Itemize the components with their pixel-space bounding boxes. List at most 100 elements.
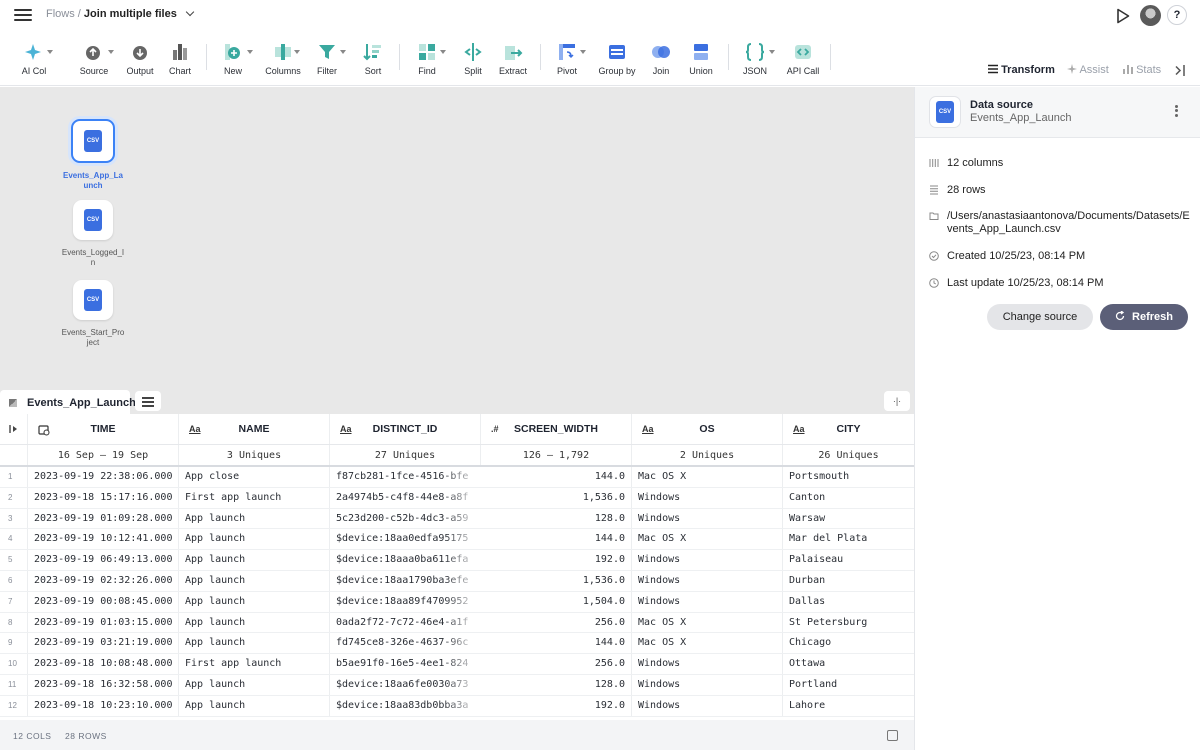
cell-distinct-id[interactable]: $device:18aa1790ba3efe <box>330 571 481 591</box>
new-button[interactable]: New <box>215 41 253 83</box>
cell-name[interactable]: App launch <box>179 591 330 612</box>
json-button[interactable]: JSON <box>738 41 775 83</box>
cell-screen-width[interactable]: 144.0 <box>481 467 632 487</box>
cell-name[interactable]: App close <box>179 467 330 487</box>
cell-name[interactable]: App launch <box>179 550 330 570</box>
cell-os[interactable]: Windows <box>632 487 783 508</box>
collapse-button[interactable]: ·|· <box>884 391 910 411</box>
cell-city[interactable]: Dallas <box>783 592 914 612</box>
cell-screen-width[interactable]: 128.0 <box>481 675 632 695</box>
cell-screen-width[interactable]: 1,536.0 <box>481 487 632 508</box>
table-row[interactable]: 9 2023-09-19 03:21:19.000 App launch fd745c… <box>0 633 914 655</box>
cell-city[interactable]: Warsaw <box>783 509 914 529</box>
column-header-os[interactable]: Aa OS <box>632 414 783 444</box>
cell-os[interactable]: Windows <box>632 571 783 591</box>
cell-name[interactable]: App launch <box>179 675 330 695</box>
column-header-city[interactable]: Aa CITY <box>783 414 914 444</box>
cell-os[interactable]: Mac OS X <box>632 612 783 633</box>
cell-time[interactable]: 2023-09-18 10:23:10.000 <box>28 695 179 716</box>
cell-city[interactable]: Chicago <box>783 633 914 653</box>
cell-os[interactable]: Windows <box>632 508 783 529</box>
cell-distinct-id[interactable]: fd745ce8-326e-4637-96c <box>330 633 481 654</box>
sliders-icon[interactable] <box>135 391 161 411</box>
cell-screen-width[interactable]: 256.0 <box>481 612 632 633</box>
source-button[interactable]: Source <box>76 41 114 83</box>
cell-distinct-id[interactable]: $device:18aa89f4709952 <box>330 591 481 612</box>
cell-screen-width[interactable]: 192.0 <box>481 695 632 716</box>
table-row[interactable]: 12 2023-09-18 10:23:10.000 App launch $devi… <box>0 695 914 717</box>
cell-distinct-id[interactable]: $device:18aaa0ba611efa <box>330 550 481 570</box>
union-button[interactable]: Union <box>685 41 717 83</box>
cell-screen-width[interactable]: 144.0 <box>481 633 632 654</box>
cell-os[interactable]: Windows <box>632 550 783 570</box>
extract-button[interactable]: Extract <box>496 41 530 83</box>
cell-city[interactable]: Ottawa <box>783 654 914 674</box>
cell-screen-width[interactable]: 144.0 <box>481 529 632 550</box>
cell-distinct-id[interactable]: $device:18aa0edfa95175 <box>330 529 481 550</box>
cell-os[interactable]: Mac OS X <box>632 467 783 487</box>
cell-screen-width[interactable]: 256.0 <box>481 654 632 674</box>
cell-screen-width[interactable]: 192.0 <box>481 550 632 570</box>
node-events-logged-in[interactable]: CSV Events_Logged_In <box>43 200 143 268</box>
cell-os[interactable]: Mac OS X <box>632 633 783 654</box>
cell-time[interactable]: 2023-09-19 22:38:06.000 <box>28 467 179 487</box>
cell-time[interactable]: 2023-09-18 10:08:48.000 <box>28 654 179 674</box>
cell-screen-width[interactable]: 1,536.0 <box>481 571 632 591</box>
table-row[interactable]: 7 2023-09-19 00:08:45.000 App launch $devic… <box>0 591 914 613</box>
tab-transform[interactable]: Transform <box>988 64 1060 76</box>
cell-city[interactable]: Portsmouth <box>783 467 914 487</box>
api-call-button[interactable]: API Call <box>783 41 823 83</box>
cell-city[interactable]: Portland <box>783 675 914 695</box>
cell-name[interactable]: App launch <box>179 633 330 654</box>
cell-time[interactable]: 2023-09-18 16:32:58.000 <box>28 675 179 695</box>
chevron-down-icon[interactable] <box>185 7 195 17</box>
export-icon[interactable] <box>887 730 898 741</box>
table-row[interactable]: 6 2023-09-19 02:32:26.000 App launch $devic… <box>0 571 914 592</box>
row-index-header[interactable] <box>0 414 28 444</box>
table-row[interactable]: 11 2023-09-18 16:32:58.000 App launch $devi… <box>0 675 914 696</box>
cell-time[interactable]: 2023-09-19 01:03:15.000 <box>28 612 179 633</box>
cell-os[interactable]: Windows <box>632 675 783 695</box>
more-options-icon[interactable] <box>1173 103 1179 119</box>
output-button[interactable]: Output <box>122 41 158 83</box>
cell-name[interactable]: App launch <box>179 508 330 529</box>
cell-city[interactable]: Mar del Plata <box>783 529 914 549</box>
cell-screen-width[interactable]: 1,504.0 <box>481 591 632 612</box>
cell-name[interactable]: App launch <box>179 529 330 550</box>
cell-city[interactable]: Canton <box>783 488 914 508</box>
cell-os[interactable]: Windows <box>632 591 783 612</box>
cell-distinct-id[interactable]: $device:18aa6fe0030a73 <box>330 675 481 695</box>
change-source-button[interactable]: Change source <box>987 304 1093 330</box>
column-header-time[interactable]: TIME <box>28 414 179 444</box>
table-row[interactable]: 8 2023-09-19 01:03:15.000 App launch 0ada2f… <box>0 612 914 634</box>
help-button[interactable]: ? <box>1167 5 1187 25</box>
table-row[interactable]: 5 2023-09-19 06:49:13.000 App launch $devic… <box>0 550 914 571</box>
find-button[interactable]: Find <box>410 41 446 83</box>
cell-distinct-id[interactable]: 0ada2f72-7c72-46e4-a1f <box>330 612 481 633</box>
cell-name[interactable]: App launch <box>179 695 330 716</box>
collapse-panel-icon[interactable] <box>1175 65 1186 76</box>
cell-time[interactable]: 2023-09-19 10:12:41.000 <box>28 529 179 550</box>
cell-os[interactable]: Windows <box>632 654 783 674</box>
node-events-app-launch[interactable]: CSV Events_App_Launch <box>43 119 143 191</box>
column-header-distinct-id[interactable]: Aa DISTINCT_ID <box>330 414 481 444</box>
table-row[interactable]: 1 2023-09-19 22:38:06.000 App close f87cb28… <box>0 467 914 488</box>
column-header-name[interactable]: Aa NAME <box>179 414 330 444</box>
flow-canvas[interactable]: CSV Events_App_Launch CSV Events_Logged_… <box>0 87 914 390</box>
split-button[interactable]: Split <box>458 41 488 83</box>
breadcrumb-root[interactable]: Flows <box>46 8 75 20</box>
cell-time[interactable]: 2023-09-19 03:21:19.000 <box>28 633 179 654</box>
play-icon[interactable] <box>1116 8 1130 24</box>
join-button[interactable]: Join <box>645 41 677 83</box>
tab-stats[interactable]: Stats <box>1123 64 1168 76</box>
column-header-screen-width[interactable]: .# SCREEN_WIDTH <box>481 414 632 444</box>
cell-name[interactable]: App launch <box>179 612 330 633</box>
ai-col-button[interactable]: AI Col <box>16 41 53 83</box>
cell-name[interactable]: First app launch <box>179 654 330 674</box>
group-by-button[interactable]: Group by <box>597 41 637 83</box>
cell-name[interactable]: First app launch <box>179 487 330 508</box>
cell-distinct-id[interactable]: $device:18aa83db0bba3a <box>330 695 481 716</box>
cell-os[interactable]: Mac OS X <box>632 529 783 550</box>
node-events-start-project[interactable]: CSV Events_Start_Project <box>43 280 143 348</box>
avatar[interactable] <box>1140 5 1161 26</box>
